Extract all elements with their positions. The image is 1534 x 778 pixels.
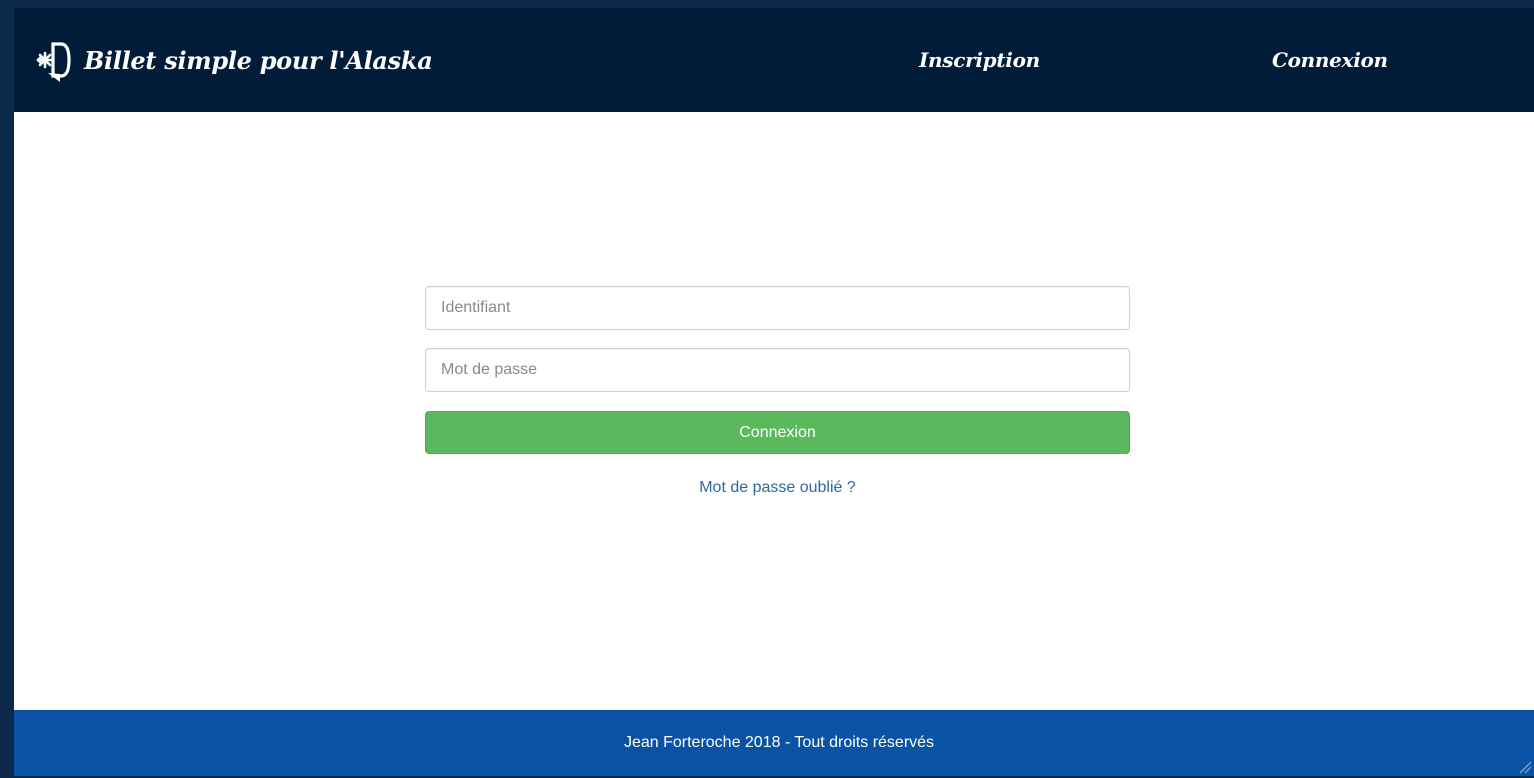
footer-copyright: Jean Forteroche 2018 - Tout droits réser… — [623, 734, 935, 751]
username-input[interactable] — [425, 286, 1130, 330]
resize-grip-icon[interactable] — [1518, 760, 1532, 774]
brand-title: Billet simple pour l'Alaska — [84, 45, 433, 75]
forgot-password-link[interactable]: Mot de passe oublié ? — [425, 479, 1130, 497]
login-form: Connexion Mot de passe oublié ? — [425, 286, 1130, 497]
password-input[interactable] — [425, 348, 1130, 392]
footer: Jean Forteroche 2018 - Tout droits réser… — [14, 710, 1534, 776]
browser-viewport: Billet simple pour l'Alaska Inscription … — [14, 8, 1534, 776]
main-content: Connexion Mot de passe oublié ? — [14, 112, 1534, 710]
brand-link[interactable]: Billet simple pour l'Alaska — [36, 38, 433, 82]
snowflake-document-icon — [36, 42, 71, 82]
nav-inscription-link[interactable]: Inscription — [919, 48, 1040, 72]
navbar: Billet simple pour l'Alaska Inscription … — [14, 8, 1534, 112]
nav-connexion-link[interactable]: Connexion — [1272, 48, 1388, 72]
login-submit-button[interactable]: Connexion — [425, 411, 1130, 454]
